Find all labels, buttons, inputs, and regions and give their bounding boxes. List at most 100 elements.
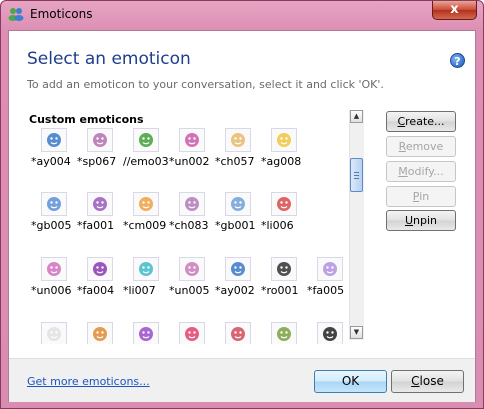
emoticon-image <box>179 257 205 281</box>
emoticon-image <box>133 257 159 281</box>
ok-button[interactable]: OK <box>314 370 387 393</box>
emoticon-item[interactable]: *ch058 <box>31 319 77 344</box>
emoticon-item[interactable]: *fa004 <box>77 254 123 300</box>
emoticon-image <box>133 322 159 344</box>
emoticon-image <box>133 128 159 152</box>
title-bar[interactable]: Emoticons x <box>1 1 483 29</box>
emoticon-image <box>41 192 67 216</box>
emoticon-item[interactable]: *ch083 <box>169 189 215 235</box>
scroll-up-button[interactable]: ▲ <box>350 110 363 123</box>
emoticon-item[interactable]: *gb005 <box>31 189 77 235</box>
emoticon-image <box>271 192 297 216</box>
emoticon-item[interactable]: *cm009 <box>123 189 169 235</box>
emoticon-image <box>41 322 67 344</box>
emoticon-image <box>133 192 159 216</box>
scroll-down-button[interactable]: ▼ <box>350 326 363 339</box>
emoticon-shortcut-label: *ay002 <box>215 284 255 297</box>
emoticon-image <box>225 322 251 344</box>
emoticon-item[interactable]: //emo03 <box>123 125 169 171</box>
emoticon-shortcut-label: *li006 <box>261 219 294 232</box>
button-text: reate... <box>405 115 445 128</box>
emoticon-shortcut-label: *gb001 <box>215 219 256 232</box>
emoticon-item[interactable]: *ch057 <box>215 125 261 171</box>
emoticon-shortcut-label: *sp067 <box>77 155 117 168</box>
emoticon-image <box>87 128 113 152</box>
emoticon-shortcut-label: *fa004 <box>77 284 115 297</box>
emoticon-shortcut-label: *un005 <box>169 284 210 297</box>
emoticon-item[interactable]: *st039 <box>215 319 261 344</box>
create-button[interactable]: Create... <box>386 111 456 132</box>
modify-button[interactable]: Modify... <box>386 161 456 182</box>
accelerator-key: R <box>398 140 406 153</box>
emoticon-shortcut-label: *fa001 <box>77 219 115 232</box>
accelerator-key: U <box>404 214 414 227</box>
get-more-emoticons-link[interactable]: Get more emoticons... <box>27 375 150 388</box>
emoticon-image <box>225 192 251 216</box>
emoticon-shortcut-label: *ay004 <box>31 155 71 168</box>
emoticon-image <box>225 128 251 152</box>
window-close-button[interactable]: x <box>432 1 477 20</box>
emoticon-item[interactable]: *ay004 <box>31 125 77 171</box>
emoticon-image <box>87 192 113 216</box>
emoticon-item[interactable]: *ih005 <box>307 319 353 344</box>
emoticon-item[interactable]: *ag008 <box>261 125 307 171</box>
emoticon-shortcut-label: *ch057 <box>215 155 255 168</box>
emoticon-image <box>87 257 113 281</box>
emoticon-image <box>271 257 297 281</box>
emoticon-image <box>179 192 205 216</box>
instruction-text: To add an emoticon to your conversation,… <box>27 78 384 91</box>
grip-line <box>354 175 359 176</box>
emoticon-shortcut-label: *un002 <box>169 155 210 168</box>
emoticon-image <box>271 128 297 152</box>
help-icon[interactable]: ? <box>450 53 465 68</box>
emoticon-image <box>225 257 251 281</box>
emoticon-image <box>179 322 205 344</box>
emoticon-item[interactable]: *cm010 <box>77 319 123 344</box>
button-text: npin <box>413 214 438 227</box>
emoticon-item[interactable]: *li006 <box>261 189 307 235</box>
emoticon-item[interactable]: *li007 <box>123 254 169 300</box>
emoticon-image <box>41 128 67 152</box>
emoticon-image <box>87 322 113 344</box>
accelerator-key: C <box>411 374 420 388</box>
emoticon-item[interactable]: *ro001 <box>261 254 307 300</box>
button-text: odify... <box>407 165 444 178</box>
emoticon-item[interactable]: *sp061 <box>169 319 215 344</box>
emoticon-image <box>41 257 67 281</box>
pin-button[interactable]: Pin <box>386 186 456 207</box>
emoticon-shortcut-label: //emo03 <box>123 155 169 168</box>
grip-line <box>354 178 359 179</box>
emoticon-image <box>317 257 343 281</box>
grip-line <box>354 172 359 173</box>
emoticons-window: Emoticons x Select an emoticon ? To add … <box>0 0 484 409</box>
close-button[interactable]: Close <box>391 370 464 393</box>
button-text: lose <box>419 374 444 388</box>
vertical-scrollbar[interactable]: ▲ ▼ <box>349 110 364 340</box>
button-text: emove <box>405 140 444 153</box>
emoticon-item[interactable]: *fa006 <box>123 319 169 344</box>
dialog-body: Select an emoticon ? To add an emoticon … <box>8 30 476 402</box>
close-icon: x <box>450 2 459 17</box>
emoticon-item[interactable]: *ay002 <box>215 254 261 300</box>
accelerator-key: M <box>398 165 408 178</box>
emoticon-item[interactable]: *un002 <box>169 125 215 171</box>
emoticon-list-panel: Custom emoticons *ay004 *sp067//emo03 *un0… <box>26 107 362 344</box>
scroll-thumb[interactable] <box>350 158 363 192</box>
emoticon-item[interactable]: *ag013 <box>261 319 307 344</box>
emoticon-item[interactable]: *un006 <box>31 254 77 300</box>
emoticon-shortcut-label: *ch083 <box>169 219 209 232</box>
emoticon-item[interactable]: *fa005 <box>307 254 353 300</box>
window-title: Emoticons <box>30 7 93 21</box>
emoticon-item[interactable]: *un005 <box>169 254 215 300</box>
accelerator-key: C <box>397 115 406 128</box>
emoticon-item[interactable]: *sp067 <box>77 125 123 171</box>
emoticon-item[interactable]: *gb001 <box>215 189 261 235</box>
emoticon-image <box>179 128 205 152</box>
emoticon-image <box>271 322 297 344</box>
unpin-button[interactable]: Unpin <box>386 210 456 231</box>
dialog-footer: Get more emoticons... OK Close <box>9 358 475 402</box>
button-text: in <box>419 190 430 203</box>
emoticon-item[interactable]: *fa001 <box>77 189 123 235</box>
remove-button[interactable]: Remove <box>386 136 456 157</box>
messenger-buddies-icon <box>8 8 24 21</box>
